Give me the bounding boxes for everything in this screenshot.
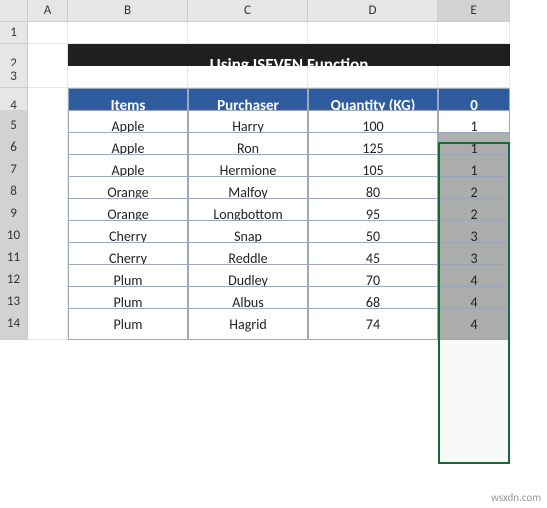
cell-e3[interactable] — [438, 66, 510, 88]
select-all-corner[interactable] — [0, 0, 28, 22]
cell-items-14[interactable]: Plum — [68, 308, 188, 340]
row-header-1[interactable]: 1 — [0, 22, 28, 44]
row-header-3[interactable]: 3 — [0, 66, 28, 88]
cell-d3[interactable] — [308, 66, 438, 88]
col-header-a[interactable]: A — [28, 0, 68, 22]
cell-qty-14[interactable]: 74 — [308, 308, 438, 340]
cell-val-14[interactable]: 4 — [438, 308, 510, 340]
cell-purchaser-14[interactable]: Hagrid — [188, 308, 308, 340]
cell-c3[interactable] — [188, 66, 308, 88]
row-header-14[interactable]: 14 — [0, 308, 28, 340]
cell-e1[interactable] — [438, 22, 510, 44]
cell-c1[interactable] — [188, 22, 308, 44]
col-header-e[interactable]: E — [438, 0, 510, 22]
cell-a1[interactable] — [28, 22, 68, 44]
cell-d1[interactable] — [308, 22, 438, 44]
cell-a14[interactable] — [28, 308, 68, 340]
cell-b1[interactable] — [68, 22, 188, 44]
cell-a3[interactable] — [28, 66, 68, 88]
col-header-d[interactable]: D — [308, 0, 438, 22]
watermark: wsxdn.com — [491, 491, 541, 504]
spreadsheet-grid[interactable]: A B C D E 1 2 Using ISEVEN Function 3 4 … — [0, 0, 547, 330]
col-header-c[interactable]: C — [188, 0, 308, 22]
col-header-b[interactable]: B — [68, 0, 188, 22]
cell-b3[interactable] — [68, 66, 188, 88]
